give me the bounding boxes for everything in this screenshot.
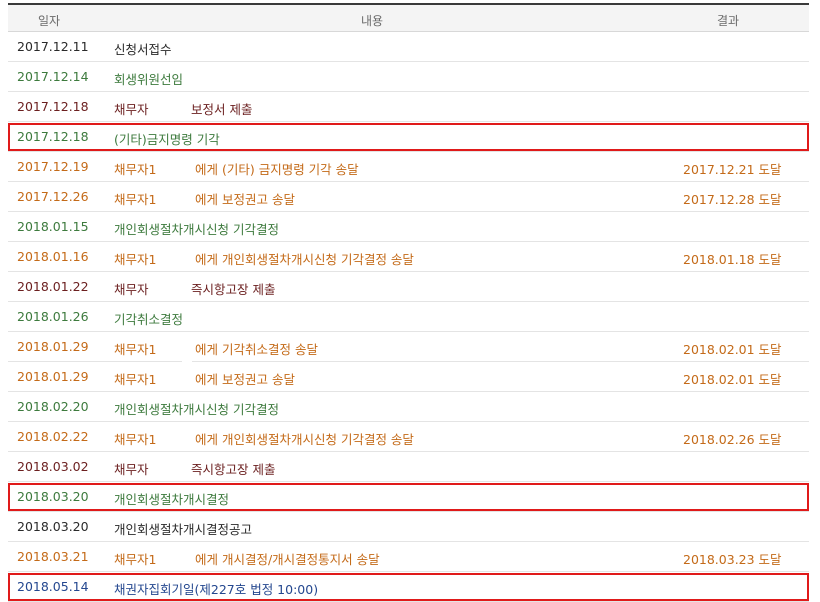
row-result: 2017.12.28 도달 [683, 192, 782, 207]
table-header: 일자 내용 결과 [8, 3, 809, 32]
row-content: 신청서접수 [114, 42, 172, 57]
table-row: 2018.01.22 채무자 즉시항고장 제출 [8, 272, 809, 302]
row-content: 즉시항고장 제출 [191, 462, 276, 477]
row-date: 2018.01.22 [17, 279, 89, 294]
row-content: 에게 개시결정/개시결정통지서 송달 [195, 552, 380, 567]
row-content: 개인회생절차개시신청 기각결정 [114, 402, 279, 417]
row-date: 2018.05.14 [17, 579, 89, 594]
table-row: 2018.03.20 개인회생절차개시결정공고 [8, 512, 809, 542]
row-date: 2018.01.16 [17, 249, 89, 264]
row-party: 채무자1 [114, 162, 157, 177]
row-result: 2018.02.01 도달 [683, 372, 782, 387]
row-content: 개인회생절차개시결정 [114, 492, 230, 507]
row-content: 에게 보정권고 송달 [195, 192, 295, 207]
header-result: 결과 [717, 14, 740, 28]
row-date: 2018.02.22 [17, 429, 89, 444]
row-date: 2018.01.15 [17, 219, 89, 234]
row-date: 2018.02.20 [17, 399, 89, 414]
header-date: 일자 [38, 14, 61, 28]
row-party: 채무자 [114, 102, 149, 117]
table-row: 2018.03.20 개인회생절차개시결정 [8, 482, 809, 512]
row-content: 개인회생절차개시결정공고 [114, 522, 253, 537]
row-party: 채무자 [114, 462, 149, 477]
row-content: 채권자집회기일(제227호 법정 10:00) [114, 582, 319, 597]
table-row: 2017.12.14 회생위원선임 [8, 62, 809, 92]
case-progress-table: 일자 내용 결과 2017.12.11 신청서접수 2017.12.14 회생위… [8, 3, 809, 602]
table-row: 2017.12.26 채무자1 에게 보정권고 송달 2017.12.28 도달 [8, 182, 809, 212]
table-row: 2018.01.26 기각취소결정 [8, 302, 809, 332]
table-row: 2018.02.20 개인회생절차개시신청 기각결정 [8, 392, 809, 422]
table-row: 2018.02.22 채무자1 에게 개인회생절차개시신청 기각결정 송달 20… [8, 422, 809, 452]
row-content: (기타)금지명령 기각 [114, 132, 220, 147]
row-date: 2018.01.29 [17, 369, 89, 384]
row-party: 채무자1 [114, 342, 157, 357]
row-party: 채무자1 [114, 372, 157, 387]
row-content: 회생위원선임 [114, 72, 184, 87]
row-date: 2018.01.29 [17, 339, 89, 354]
row-party: 채무자1 [114, 432, 157, 447]
table-row: 2018.03.02 채무자 즉시항고장 제출 [8, 452, 809, 482]
table-row: 2017.12.11 신청서접수 [8, 32, 809, 62]
row-result: 2017.12.21 도달 [683, 162, 782, 177]
row-date: 2018.03.21 [17, 549, 89, 564]
row-party: 채무자1 [114, 252, 157, 267]
table-row: 2017.12.18 (기타)금지명령 기각 [8, 122, 809, 152]
row-date: 2017.12.14 [17, 69, 89, 84]
table-row: 2018.01.29 채무자1 에게 보정권고 송달 2018.02.01 도달 [8, 362, 809, 392]
header-content: 내용 [361, 14, 384, 28]
row-content: 에게 (기타) 금지명령 기각 송달 [195, 162, 359, 177]
row-content: 보정서 제출 [191, 102, 253, 117]
row-content: 에게 기각취소결정 송달 [195, 342, 318, 357]
table-row: 2018.01.15 개인회생절차개시신청 기각결정 [8, 212, 809, 242]
table-row: 2018.03.21 채무자1 에게 개시결정/개시결정통지서 송달 2018.… [8, 542, 809, 572]
row-date: 2018.01.26 [17, 309, 89, 324]
row-date: 2017.12.26 [17, 189, 89, 204]
row-date: 2018.03.20 [17, 489, 89, 504]
table-row: 2017.12.18 채무자 보정서 제출 [8, 92, 809, 122]
row-content: 에게 보정권고 송달 [195, 372, 295, 387]
row-content: 에게 개인회생절차개시신청 기각결정 송달 [195, 252, 414, 267]
table-row: 2018.05.14 채권자집회기일(제227호 법정 10:00) [8, 572, 809, 602]
row-party: 채무자1 [114, 552, 157, 567]
table-row: 2018.01.16 채무자1 에게 개인회생절차개시신청 기각결정 송달 20… [8, 242, 809, 272]
row-date: 2017.12.19 [17, 159, 89, 174]
row-date: 2017.12.18 [17, 99, 89, 114]
row-date: 2018.03.02 [17, 459, 89, 474]
row-result: 2018.02.01 도달 [683, 342, 782, 357]
row-content: 기각취소결정 [114, 312, 184, 327]
row-date: 2017.12.11 [17, 39, 89, 54]
row-party: 채무자 [114, 282, 149, 297]
row-content: 즉시항고장 제출 [191, 282, 276, 297]
row-content: 개인회생절차개시신청 기각결정 [114, 222, 279, 237]
table-row: 2018.01.29 채무자1 에게 기각취소결정 송달 2018.02.01 … [8, 332, 809, 362]
row-content: 에게 개인회생절차개시신청 기각결정 송달 [195, 432, 414, 447]
row-result: 2018.02.26 도달 [683, 432, 782, 447]
row-result: 2018.03.23 도달 [683, 552, 782, 567]
row-separator-gap [182, 332, 192, 362]
row-date: 2018.03.20 [17, 519, 89, 534]
row-result: 2018.01.18 도달 [683, 252, 782, 267]
row-party: 채무자1 [114, 192, 157, 207]
row-date: 2017.12.18 [17, 129, 89, 144]
table-row: 2017.12.19 채무자1 에게 (기타) 금지명령 기각 송달 2017.… [8, 152, 809, 182]
